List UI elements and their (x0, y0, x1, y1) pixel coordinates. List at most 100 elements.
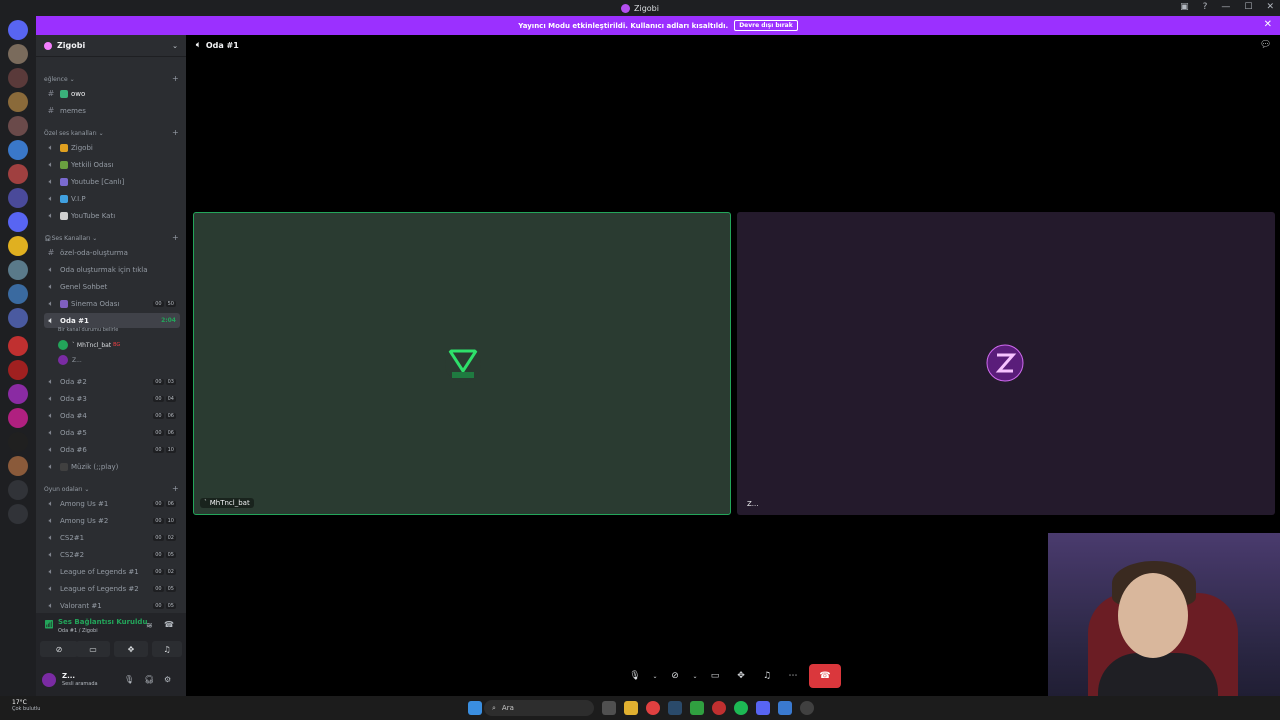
server-icon[interactable] (8, 260, 28, 280)
channel-youtube-kati[interactable]: 🔈︎ YouTube Katı (44, 208, 180, 223)
maximize-button[interactable]: ☐ (1244, 2, 1252, 12)
banner-close-icon[interactable]: ✕ (1264, 19, 1272, 30)
category-ozel-ses[interactable]: Özel ses kanalları ⌄ + (44, 128, 179, 137)
inbox-icon[interactable]: ▣ (1180, 2, 1189, 12)
channel-oda-olustur[interactable]: 🔈︎ Oda oluşturmak için tıkla (44, 262, 180, 277)
category-oyun-odalari[interactable]: Oyun odaları ⌄ + (44, 484, 179, 493)
server-icon[interactable] (8, 140, 28, 160)
voice-user[interactable]: Z... (58, 355, 82, 365)
video-tile[interactable]: ˋ MhTncl_bat (193, 212, 731, 515)
server-icon[interactable] (8, 116, 28, 136)
avatar[interactable] (42, 673, 56, 687)
hangup-button[interactable]: ☎︎ (809, 664, 841, 688)
app-icon[interactable] (712, 701, 726, 715)
category-ses-kanallari[interactable]: 🎧︎Ses Kanalları ⌄ + (44, 233, 179, 242)
chat-icon[interactable]: 💬︎ (1260, 40, 1271, 50)
noise-suppression-icon[interactable]: ≋ (146, 621, 153, 630)
chevron-down-icon[interactable]: ⌄ (691, 666, 699, 686)
weather-widget[interactable]: 17°C Çok bulutlu (12, 699, 40, 712)
server-icon[interactable] (8, 360, 28, 380)
discord-icon[interactable] (756, 701, 770, 715)
channel-owo[interactable]: # owo (44, 86, 180, 101)
server-icon[interactable] (8, 164, 28, 184)
server-icon[interactable] (8, 44, 28, 64)
photos-icon[interactable] (778, 701, 792, 715)
help-icon[interactable]: ? (1203, 2, 1208, 12)
server-icon[interactable] (8, 236, 28, 256)
headphones-icon[interactable]: 🎧︎ (144, 675, 154, 684)
channel-oda2[interactable]: 🔈︎ Oda #2 00 03 (44, 374, 180, 389)
channel-cs1[interactable]: 🔈︎ CS2#1 00 02 (44, 530, 180, 545)
server-icon[interactable] (8, 92, 28, 112)
settings-gear-icon[interactable]: ⚙ (164, 675, 171, 684)
discover-icon[interactable] (8, 504, 28, 524)
screen-share-button[interactable]: ▭ (705, 666, 725, 686)
channel-among2[interactable]: 🔈︎ Among Us #2 00 10 (44, 513, 180, 528)
home-icon[interactable] (8, 20, 28, 40)
add-channel-icon[interactable]: + (172, 233, 179, 242)
spotify-icon[interactable] (734, 701, 748, 715)
server-icon[interactable] (8, 188, 28, 208)
add-channel-icon[interactable]: + (172, 74, 179, 83)
server-icon[interactable] (8, 432, 28, 452)
server-icon-zigobi[interactable] (8, 384, 28, 404)
screen-share-button[interactable]: ▭ (76, 641, 110, 657)
channel-lol1[interactable]: 🔈︎ League of Legends #1 00 02 (44, 564, 180, 579)
activities-button[interactable]: ✥ (114, 641, 148, 657)
channel-youtube-canli[interactable]: 🔈︎ Youtube [Canlı] (44, 174, 180, 189)
channel-oda6[interactable]: 🔈︎ Oda #6 00 10 (44, 442, 180, 457)
taskbar-search[interactable]: ⌕ Ara (484, 700, 594, 716)
chevron-down-icon[interactable]: ⌄ (172, 42, 178, 50)
channel-valorant1[interactable]: 🔈︎ Valorant #1 00 05 (44, 598, 180, 613)
channel-vip[interactable]: 🔈︎ V.I.P (44, 191, 180, 206)
add-channel-icon[interactable]: + (172, 484, 179, 493)
camera-button[interactable]: ⊘ (40, 641, 78, 657)
microphone-icon[interactable]: 🎙︎ (124, 675, 134, 684)
add-channel-icon[interactable]: + (172, 128, 179, 137)
video-tile[interactable]: Z... (737, 212, 1275, 515)
steam-icon[interactable] (668, 701, 682, 715)
disconnect-icon[interactable]: ☎︎ (164, 620, 174, 629)
signal-icon[interactable]: 📶︎ (44, 620, 54, 629)
channel-zigobi[interactable]: 🔈︎ Zigobi (44, 140, 180, 155)
voice-status[interactable]: Ses Bağlantısı Kuruldu (58, 618, 147, 626)
channel-lol2[interactable]: 🔈︎ League of Legends #2 00 05 (44, 581, 180, 596)
channel-muzik[interactable]: 🔈︎ Müzik (;;play) (44, 459, 180, 474)
channel-sinema[interactable]: 🔈︎ Sinema Odası 00 50 (44, 296, 180, 311)
voice-user[interactable]: ˋ MhTncl_bat BG (58, 340, 120, 350)
channel-yetkili[interactable]: 🔈︎ Yetkili Odası (44, 157, 180, 172)
server-icon[interactable] (8, 308, 28, 328)
chrome-icon[interactable] (646, 701, 660, 715)
server-icon[interactable] (8, 212, 28, 232)
channel-oda1[interactable]: 🔈︎ Oda #1 2:04 (44, 313, 180, 328)
channel-cs2[interactable]: 🔈︎ CS2#2 00 05 (44, 547, 180, 562)
channel-among1[interactable]: 🔈︎ Among Us #1 00 06 (44, 496, 180, 511)
camera-off-button[interactable]: ⊘ (665, 666, 685, 686)
channel-genel[interactable]: 🔈︎ Genel Sohbet (44, 279, 180, 294)
channel-ozel-oda[interactable]: # özel-oda-oluşturma (44, 245, 180, 260)
channel-oda3[interactable]: 🔈︎ Oda #3 00 04 (44, 391, 180, 406)
channel-oda4[interactable]: 🔈︎ Oda #4 00 06 (44, 408, 180, 423)
server-icon[interactable] (8, 456, 28, 476)
more-options-button[interactable]: ⋯ (783, 666, 803, 686)
server-icon[interactable] (8, 284, 28, 304)
task-view-icon[interactable] (602, 701, 616, 715)
chevron-down-icon[interactable]: ⌄ (651, 666, 659, 686)
server-header[interactable]: Zigobi ⌄ (36, 35, 186, 57)
xbox-icon[interactable] (690, 701, 704, 715)
microphone-button[interactable]: 🎙︎ (625, 666, 645, 686)
server-icon[interactable] (8, 336, 28, 356)
server-icon[interactable] (8, 408, 28, 428)
obs-icon[interactable] (800, 701, 814, 715)
soundboard-button[interactable]: ♫ (757, 666, 777, 686)
minimize-button[interactable]: — (1221, 2, 1230, 12)
activities-button[interactable]: ✥ (731, 666, 751, 686)
close-window-button[interactable]: ✕ (1266, 2, 1274, 12)
soundboard-button[interactable]: ♫ (152, 641, 182, 657)
channel-status-prompt[interactable]: Bir kanal durumu belirle (58, 327, 118, 333)
add-server-icon[interactable] (8, 480, 28, 500)
channel-memes[interactable]: # memes (44, 103, 180, 118)
server-icon[interactable] (8, 68, 28, 88)
category-eglence[interactable]: eğlence ⌄ + (44, 74, 179, 83)
disable-streamer-mode-button[interactable]: Devre dışı bırak (734, 20, 798, 31)
